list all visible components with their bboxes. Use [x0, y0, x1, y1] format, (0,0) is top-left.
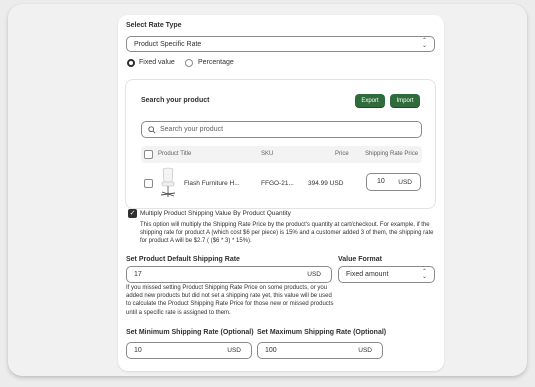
multiply-label: Multiply Product Shipping Value By Produ…: [140, 210, 291, 217]
search-placeholder: Search your product: [160, 126, 224, 133]
table-header: Product Title SKU Price Shipping Rate Pr…: [141, 146, 422, 163]
select-all-checkbox[interactable]: [144, 150, 153, 159]
min-rate-value: 10: [134, 347, 142, 354]
export-button[interactable]: Export: [355, 94, 385, 108]
value-format-label: Value Format: [338, 256, 382, 263]
import-button[interactable]: Import: [390, 94, 420, 108]
product-price: 394.99 USD: [308, 180, 344, 187]
shipping-rate-unit: USD: [398, 179, 412, 186]
col-shipping-rate: Shipping Rate Price: [365, 151, 419, 157]
min-rate-input[interactable]: 10 USD: [126, 342, 252, 359]
max-rate-value: 100: [265, 347, 277, 354]
table-row: Flash Furniture H... FFGO-21... 394.99 U…: [141, 166, 422, 202]
col-sku: SKU: [261, 151, 274, 157]
fixed-value-radio[interactable]: [127, 59, 135, 67]
chevron-up-down-icon: ⌃ ⌄: [421, 268, 427, 280]
shipping-rate-value: 10: [377, 178, 385, 185]
percentage-label: Percentage: [198, 59, 234, 66]
col-price: Price: [335, 151, 349, 157]
default-rate-input[interactable]: 17 USD: [126, 266, 332, 283]
min-rate-label: Set Minimum Shipping Rate (Optional): [126, 329, 254, 336]
product-sku: FFGO-21...: [261, 180, 294, 187]
percentage-radio[interactable]: [185, 59, 193, 67]
multiply-help-text: This option will multiply the Shipping R…: [140, 222, 434, 245]
chevron-up-down-icon: ⌃ ⌄: [421, 38, 427, 49]
rate-type-value: Product Specific Rate: [134, 40, 202, 48]
search-product-heading: Search your product: [141, 97, 210, 104]
multiply-checkbox[interactable]: ✓: [128, 209, 137, 218]
value-format-value: Fixed amount: [346, 271, 389, 278]
row-checkbox[interactable]: [144, 179, 153, 188]
rate-type-heading: Select Rate Type: [126, 22, 182, 29]
search-icon: [148, 125, 156, 134]
max-rate-input[interactable]: 100 USD: [257, 342, 383, 359]
shipping-rate-input[interactable]: 10 USD: [366, 173, 421, 191]
default-rate-unit: USD: [307, 271, 321, 278]
default-rate-help-text: If you missed setting Product Shipping R…: [126, 285, 334, 316]
rate-type-select[interactable]: Product Specific Rate ⌃ ⌄: [126, 36, 435, 52]
min-rate-unit: USD: [227, 347, 241, 354]
max-rate-label: Set Maximum Shipping Rate (Optional): [257, 329, 387, 336]
product-search-card: Search your product Export Import Search…: [125, 79, 436, 209]
product-title: Flash Furniture H...: [184, 180, 240, 187]
product-thumbnail-chair: [160, 167, 176, 197]
default-rate-value: 17: [134, 271, 142, 278]
fixed-value-label: Fixed value: [139, 59, 175, 66]
col-product-title: Product Title: [158, 151, 192, 157]
product-search-input[interactable]: Search your product: [141, 121, 422, 138]
settings-panel: Select Rate Type Product Specific Rate ⌃…: [118, 15, 444, 371]
max-rate-unit: USD: [358, 347, 372, 354]
value-format-select[interactable]: Fixed amount ⌃ ⌄: [338, 266, 435, 283]
default-rate-label: Set Product Default Shipping Rate: [126, 256, 240, 263]
